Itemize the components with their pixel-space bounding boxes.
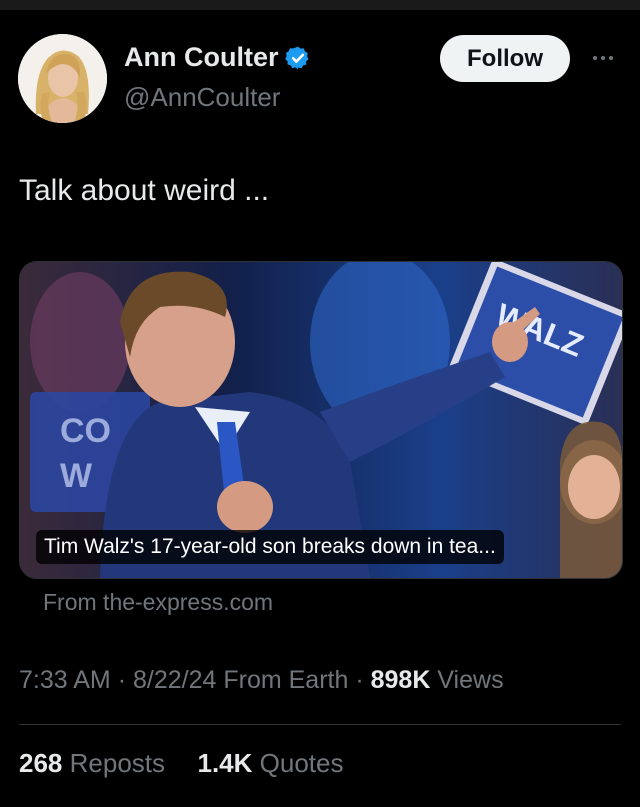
top-bar bbox=[0, 0, 640, 10]
svg-text:CO: CO bbox=[60, 412, 111, 450]
tweet-date[interactable]: 8/22/24 bbox=[133, 666, 216, 694]
tweet-meta: 7:33 AM · 8/22/24 From Earth · 898K View… bbox=[19, 666, 504, 695]
reposts-count: 268 bbox=[19, 748, 63, 778]
tweet-time[interactable]: 7:33 AM bbox=[19, 666, 111, 694]
quotes-count: 1.4K bbox=[197, 748, 253, 778]
author-name-row[interactable]: Ann Coulter bbox=[124, 42, 311, 73]
views-label: Views bbox=[437, 666, 504, 694]
link-card[interactable]: CO W WALZ Tim Walz's 17-year-old son bre… bbox=[19, 261, 623, 579]
more-options-icon[interactable] bbox=[586, 46, 620, 70]
tweet-location: From Earth bbox=[223, 666, 349, 694]
quotes-label: Quotes bbox=[259, 748, 344, 778]
quotes-stat[interactable]: 1.4K Quotes bbox=[197, 748, 343, 778]
tweet-stats: 268 Reposts 1.4K Quotes bbox=[19, 748, 343, 779]
meta-separator: · bbox=[117, 666, 133, 694]
verified-badge-icon bbox=[284, 46, 309, 69]
avatar[interactable] bbox=[18, 34, 107, 123]
svg-text:W: W bbox=[60, 457, 93, 495]
follow-button[interactable]: Follow bbox=[440, 35, 570, 82]
divider bbox=[19, 724, 621, 725]
author-name[interactable]: Ann Coulter bbox=[124, 42, 279, 73]
link-card-caption: Tim Walz's 17-year-old son breaks down i… bbox=[36, 530, 504, 564]
reposts-stat[interactable]: 268 Reposts bbox=[19, 748, 172, 778]
views-count: 898K bbox=[370, 666, 431, 694]
avatar-image bbox=[18, 34, 107, 123]
reposts-label: Reposts bbox=[69, 748, 166, 778]
meta-separator: · bbox=[355, 666, 371, 694]
author-handle[interactable]: @AnnCoulter bbox=[124, 82, 280, 113]
link-source[interactable]: From the-express.com bbox=[43, 589, 273, 616]
tweet-text: Talk about weird ... bbox=[19, 174, 270, 207]
